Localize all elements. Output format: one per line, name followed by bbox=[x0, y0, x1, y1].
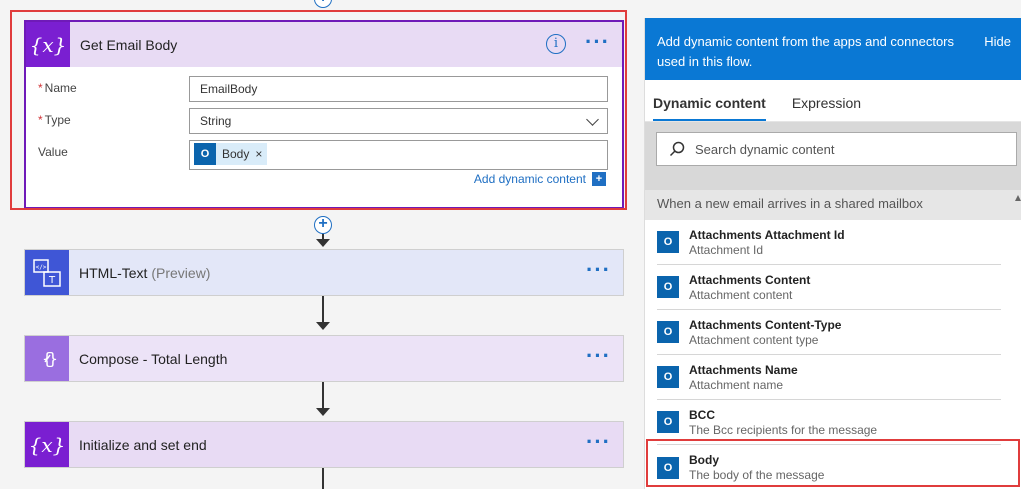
scroll-up-icon[interactable] bbox=[1015, 194, 1021, 202]
hide-button[interactable]: Hide bbox=[984, 32, 1011, 52]
flow-arrow-icon bbox=[316, 322, 330, 330]
html-to-text-icon: </> T bbox=[25, 250, 69, 295]
panel-tabs: Dynamic content Expression bbox=[645, 80, 1021, 122]
outlook-icon: O bbox=[657, 231, 679, 253]
flow-connector bbox=[322, 382, 324, 410]
tab-dynamic-content[interactable]: Dynamic content bbox=[653, 95, 766, 121]
list-item[interactable]: O Attachments Content-Type Attachment con… bbox=[657, 310, 1001, 355]
svg-text:}: } bbox=[48, 349, 58, 368]
outlook-icon: O bbox=[657, 366, 679, 388]
search-icon bbox=[669, 141, 685, 157]
flow-connector bbox=[322, 296, 324, 324]
list-item[interactable]: O Attachments Content Attachment content bbox=[657, 265, 1001, 310]
card-title: HTML-Text (Preview) bbox=[79, 264, 211, 281]
more-options-icon[interactable]: ··· bbox=[586, 345, 611, 367]
flow-connector bbox=[322, 468, 324, 489]
svg-text:T: T bbox=[48, 275, 56, 286]
tab-expression[interactable]: Expression bbox=[792, 95, 861, 121]
list-item[interactable]: O Attachments Attachment Id Attachment Id bbox=[657, 220, 1001, 265]
insert-step-top-icon[interactable]: + bbox=[314, 0, 332, 8]
search-placeholder: Search dynamic content bbox=[695, 141, 835, 157]
section-title: When a new email arrives in a shared mai… bbox=[645, 190, 1021, 220]
panel-header: Add dynamic content from the apps and co… bbox=[645, 18, 1021, 80]
variable-icon: {x} bbox=[25, 422, 69, 467]
card-title: Initialize and set end bbox=[79, 436, 207, 453]
highlight-outline-body-item bbox=[646, 439, 1020, 487]
highlight-outline-action bbox=[10, 10, 627, 210]
card-title: Compose - Total Length bbox=[79, 350, 228, 367]
initialize-set-end-card[interactable]: {x} Initialize and set end ··· bbox=[24, 421, 624, 468]
list-item[interactable]: O Attachments Name Attachment name bbox=[657, 355, 1001, 400]
search-input[interactable]: Search dynamic content bbox=[656, 132, 1017, 166]
compose-icon: { } bbox=[25, 336, 69, 381]
insert-step-icon[interactable]: + bbox=[314, 216, 332, 234]
svg-text:</>: </> bbox=[36, 264, 47, 271]
compose-card[interactable]: { } Compose - Total Length ··· bbox=[24, 335, 624, 382]
more-options-icon[interactable]: ··· bbox=[586, 431, 611, 453]
outlook-icon: O bbox=[657, 411, 679, 433]
flow-arrow-icon bbox=[316, 239, 330, 247]
outlook-icon: O bbox=[657, 321, 679, 343]
html-text-card[interactable]: </> T HTML-Text (Preview) ··· bbox=[24, 249, 624, 296]
flow-arrow-icon bbox=[316, 408, 330, 416]
dynamic-content-panel: Add dynamic content from the apps and co… bbox=[644, 18, 1021, 489]
more-options-icon[interactable]: ··· bbox=[586, 259, 611, 281]
panel-header-text: Add dynamic content from the apps and co… bbox=[657, 34, 955, 69]
scrollbar[interactable] bbox=[1015, 190, 1021, 390]
search-zone: Search dynamic content bbox=[645, 122, 1021, 190]
outlook-icon: O bbox=[657, 276, 679, 298]
